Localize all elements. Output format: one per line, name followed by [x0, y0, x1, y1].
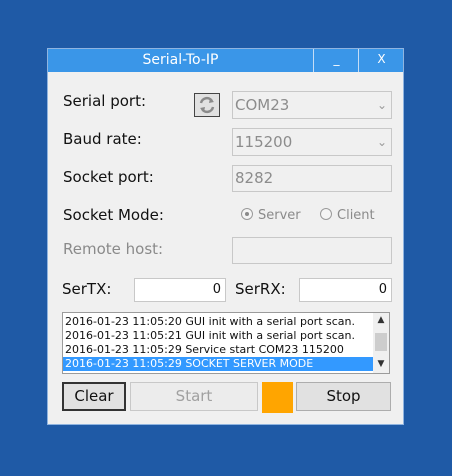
title-bar[interactable]: Serial-To-IP _ X [48, 49, 403, 72]
close-button[interactable]: X [358, 49, 404, 72]
mode-client-radio[interactable]: Client [320, 208, 375, 223]
serrx-counter: 0 [299, 278, 392, 302]
scroll-down-icon[interactable]: ▼ [373, 359, 389, 369]
sertx-counter: 0 [134, 278, 226, 302]
minimize-button[interactable]: _ [313, 49, 359, 72]
chevron-down-icon: ⌄ [376, 135, 387, 149]
socket-port-label: Socket port: [63, 168, 154, 186]
serial-port-value: COM23 [235, 96, 290, 114]
mode-server-label: Server [258, 208, 301, 223]
baud-rate-label: Baud rate: [63, 130, 142, 148]
mode-client-label: Client [337, 208, 375, 223]
log-scrollbar[interactable]: ▲ ▼ [373, 313, 389, 373]
refresh-icon [199, 96, 215, 114]
serrx-label: SerRX: [235, 280, 286, 298]
sertx-label: SerTX: [62, 280, 112, 298]
start-button[interactable]: Start [130, 382, 258, 411]
window-title: Serial-To-IP [142, 52, 219, 68]
socket-port-value: 8282 [235, 169, 274, 187]
log-listbox[interactable]: 2016-01-23 11:05:20 GUI init with a seri… [62, 312, 390, 374]
log-line-selected[interactable]: 2016-01-23 11:05:29 SOCKET SERVER MODE [63, 357, 373, 371]
serial-port-label: Serial port: [63, 92, 147, 110]
radio-selected-icon [241, 208, 253, 220]
scroll-thumb[interactable] [375, 333, 387, 351]
log-line[interactable]: 2016-01-23 11:05:20 GUI init with a seri… [63, 315, 373, 329]
baud-rate-value: 115200 [235, 133, 293, 151]
remote-host-label: Remote host: [63, 240, 164, 258]
refresh-ports-button[interactable] [194, 93, 220, 117]
chevron-down-icon: ⌄ [376, 98, 387, 112]
stop-button[interactable]: Stop [296, 382, 391, 411]
socket-port-input[interactable]: 8282 [232, 165, 392, 192]
log-line[interactable]: 2016-01-23 11:05:21 GUI init with a seri… [63, 329, 373, 343]
clear-button[interactable]: Clear [62, 382, 126, 411]
scroll-up-icon[interactable]: ▲ [373, 315, 389, 325]
baud-rate-select[interactable]: 115200 ⌄ [232, 128, 392, 156]
status-indicator [262, 382, 293, 413]
remote-host-input[interactable] [232, 237, 392, 264]
log-line[interactable]: 2016-01-23 11:05:29 Service start COM23 … [63, 343, 373, 357]
serial-port-select[interactable]: COM23 ⌄ [232, 91, 392, 119]
serial-to-ip-window: Serial-To-IP _ X Serial port: COM23 ⌄ Ba… [47, 48, 404, 425]
radio-unselected-icon [320, 208, 332, 220]
socket-mode-label: Socket Mode: [63, 206, 164, 224]
mode-server-radio[interactable]: Server [241, 208, 301, 223]
